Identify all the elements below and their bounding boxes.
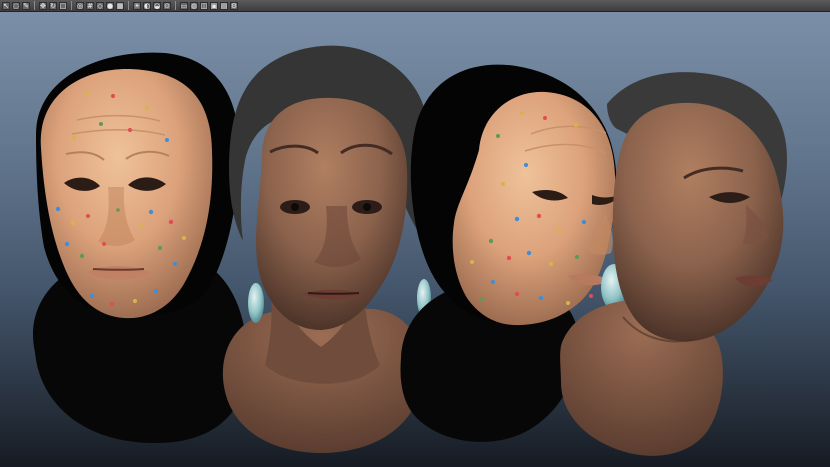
scale-icon[interactable]: □ bbox=[59, 1, 67, 10]
toolbar-separator bbox=[128, 1, 129, 10]
lasso-icon[interactable]: ◌ bbox=[12, 1, 20, 10]
film-gate-icon[interactable]: ▤ bbox=[220, 1, 228, 10]
grid-icon[interactable]: # bbox=[86, 1, 94, 10]
settings-icon[interactable]: ⚙ bbox=[230, 1, 238, 10]
anti-aliasing-icon[interactable]: ◫ bbox=[200, 1, 208, 10]
rotate-icon[interactable]: ↻ bbox=[49, 1, 57, 10]
texture-icon[interactable]: ▦ bbox=[116, 1, 124, 10]
toolbar-separator bbox=[175, 1, 176, 10]
isolate-icon[interactable]: ◒ bbox=[153, 1, 161, 10]
toolbar-separator bbox=[71, 1, 72, 10]
frame-icon[interactable]: ▭ bbox=[180, 1, 188, 10]
select-icon[interactable]: ↖ bbox=[2, 1, 10, 10]
light-icon[interactable]: ☀ bbox=[133, 1, 141, 10]
move-icon[interactable]: ✥ bbox=[39, 1, 47, 10]
toolbar-separator bbox=[34, 1, 35, 10]
resolution-gate-icon[interactable]: ▣ bbox=[210, 1, 218, 10]
camera-icon[interactable]: ◎ bbox=[76, 1, 84, 10]
paint-icon[interactable]: ✎ bbox=[22, 1, 30, 10]
front-face-with-markers bbox=[33, 52, 248, 444]
shadow-icon[interactable]: ◐ bbox=[143, 1, 151, 10]
maya-viewport-window: ↖ ◌ ✎ ✥ ↻ □ ◎ # ◇ ● ▦ ☀ ◐ ◒ ⊙ ▭ ◍ ◫ ▣ ▤ … bbox=[0, 0, 830, 467]
xray-icon[interactable]: ⊙ bbox=[163, 1, 171, 10]
front-face-textured bbox=[222, 45, 431, 453]
smooth-shade-icon[interactable]: ● bbox=[106, 1, 114, 10]
viewport-toolbar: ↖ ◌ ✎ ✥ ↻ □ ◎ # ◇ ● ▦ ☀ ◐ ◒ ⊙ ▭ ◍ ◫ ▣ ▤ … bbox=[0, 0, 830, 12]
perspective-viewport[interactable] bbox=[0, 12, 830, 467]
ambient-occlusion-icon[interactable]: ◍ bbox=[190, 1, 198, 10]
3d-scene bbox=[33, 45, 787, 456]
wireframe-icon[interactable]: ◇ bbox=[96, 1, 104, 10]
